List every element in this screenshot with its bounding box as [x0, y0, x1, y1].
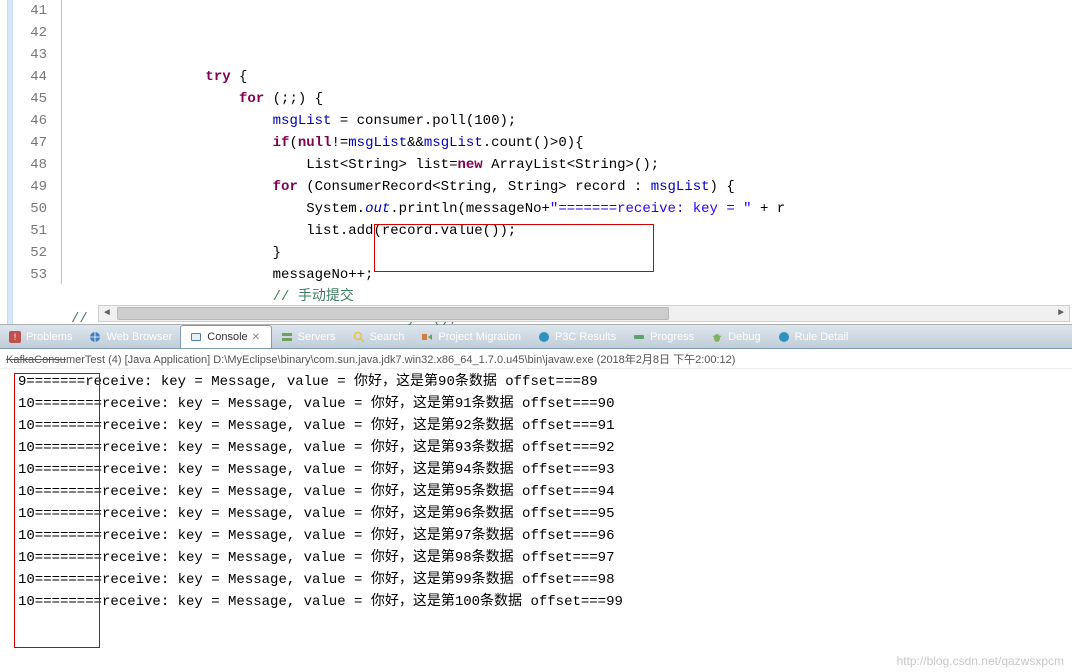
- process-path: merTest (4) [Java Application] D:\MyEcli…: [66, 354, 736, 366]
- scroll-right-arrow-icon[interactable]: ►: [1053, 306, 1069, 321]
- editor-horizontal-scrollbar[interactable]: ◄ ►: [98, 305, 1070, 322]
- line-number-gutter: 41424344454647484950515253: [13, 0, 55, 324]
- console-line: 10========receive: key = Message, value …: [18, 481, 1072, 503]
- console-line: 10========receive: key = Message, value …: [18, 459, 1072, 481]
- scrollbar-thumb[interactable]: [117, 307, 669, 320]
- terminated-label: KafkaConsu: [6, 354, 66, 366]
- console-line: 10========receive: key = Message, value …: [18, 569, 1072, 591]
- console-output[interactable]: 9=======receive: key = Message, value = …: [0, 369, 1072, 615]
- fold-gutter: [55, 0, 69, 324]
- console-process-header: KafkaConsumerTest (4) [Java Application]…: [0, 349, 1072, 369]
- console-line: 10========receive: key = Message, value …: [18, 437, 1072, 459]
- console-line: 10========receive: key = Message, value …: [18, 591, 1072, 613]
- console-line: 10========receive: key = Message, value …: [18, 547, 1072, 569]
- code-editor-pane: 41424344454647484950515253 try { for (;;…: [0, 0, 1072, 325]
- console-line: 10========receive: key = Message, value …: [18, 415, 1072, 437]
- console-line: 10========receive: key = Message, value …: [18, 393, 1072, 415]
- console-pane: KafkaConsumerTest (4) [Java Application]…: [0, 349, 1072, 672]
- console-line: 10========receive: key = Message, value …: [18, 503, 1072, 525]
- console-line: 9=======receive: key = Message, value = …: [18, 371, 1072, 393]
- problems-icon: !: [8, 330, 22, 344]
- tab-problems[interactable]: ! Problems: [0, 325, 80, 348]
- console-line: 10========receive: key = Message, value …: [18, 525, 1072, 547]
- svg-text:!: !: [14, 332, 17, 342]
- editor-left-gutter: [0, 0, 8, 324]
- code-text-area[interactable]: try { for (;;) { msgList = consumer.poll…: [69, 0, 1072, 324]
- watermark-text: http://blog.csdn.net/qazwsxpcm: [897, 654, 1064, 668]
- scroll-left-arrow-icon[interactable]: ◄: [99, 306, 115, 321]
- tab-label: Problems: [26, 331, 72, 343]
